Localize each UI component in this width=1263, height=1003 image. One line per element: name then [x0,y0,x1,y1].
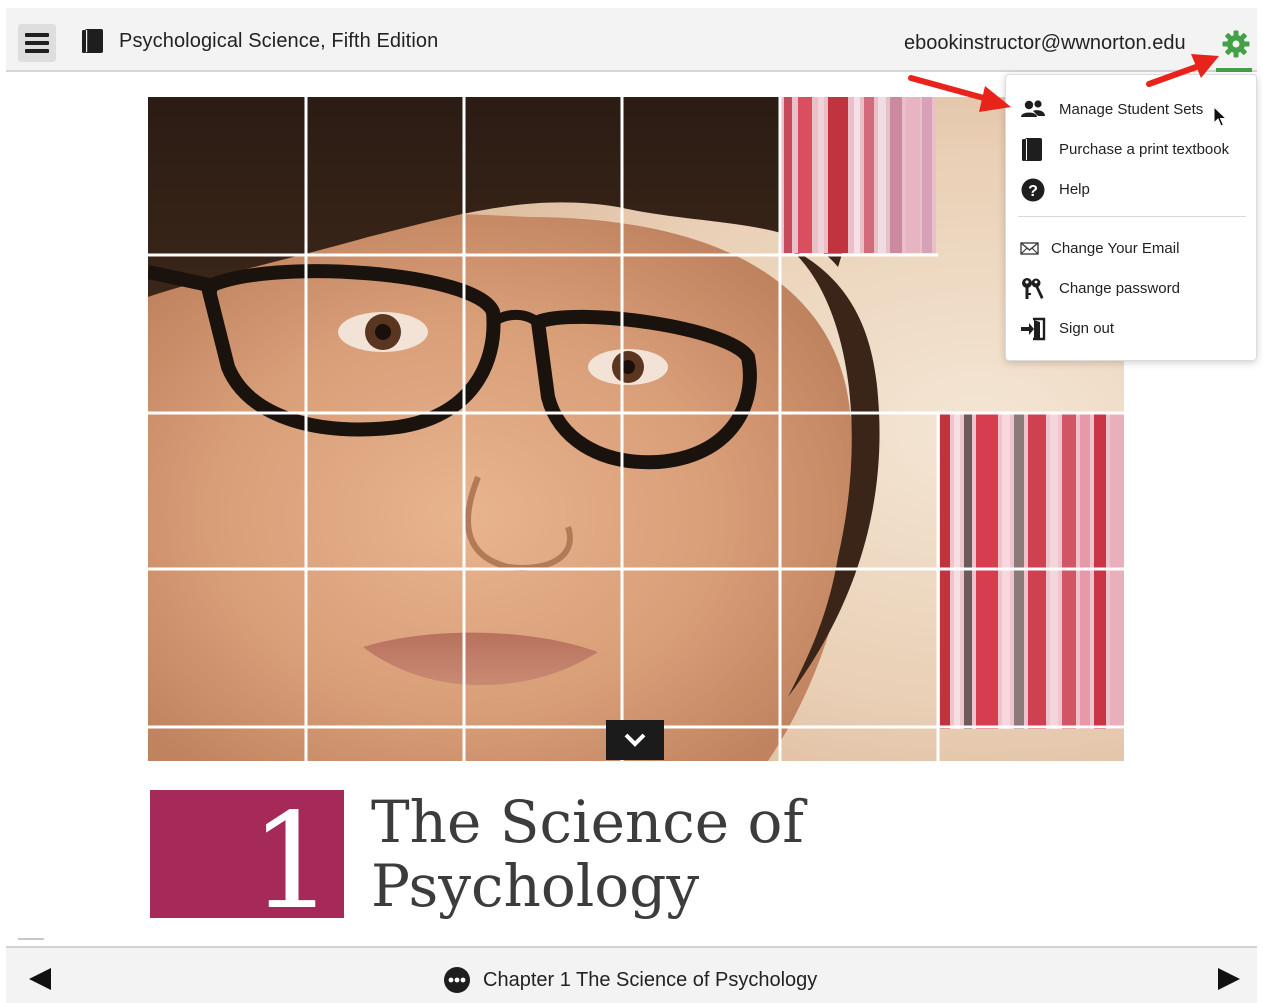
next-arrow-icon[interactable] [1216,966,1242,992]
hamburger-menu-button[interactable] [18,24,56,62]
keys-icon [1022,278,1044,299]
mouse-cursor-icon [1213,106,1227,127]
question-circle-icon: ? [1021,178,1045,202]
menu-item-label: Sign out [1059,320,1115,337]
menu-divider [1018,216,1246,217]
stripes-right [938,413,1124,729]
menu-item-help[interactable]: ? Help [1006,172,1256,208]
top-bar: Psychological Science, Fifth Edition ebo… [6,8,1257,72]
expand-down-button[interactable] [606,720,664,760]
menu-item-change-password[interactable]: Change password [1006,271,1256,307]
envelope-icon [1020,242,1039,255]
chapter-title-line1: The Science of [371,788,804,856]
cover-photo [148,97,1124,761]
chapter-title-line2: Psychology [371,852,700,920]
users-icon [1021,100,1045,117]
chapter-navigation[interactable]: Chapter 1 The Science of Psychology [443,964,817,996]
annotation-arrow-icon [908,75,1011,112]
bottom-bar: Chapter 1 The Science of Psychology [6,946,1257,1003]
menu-line [25,33,49,37]
previous-arrow-icon[interactable] [27,966,53,992]
menu-item-label: Help [1059,181,1090,198]
more-options-icon [444,967,470,993]
ebook-reader: Psychological Science, Fifth Edition ebo… [0,0,1263,1003]
stripes-top [780,97,936,253]
gear-icon[interactable] [1221,29,1251,59]
chapter-number-block: 1 [150,790,344,928]
chapter-number: 1 [250,785,334,939]
menu-item-label: Manage Student Sets [1059,101,1204,118]
sign-out-icon [1021,317,1046,341]
svg-text:?: ? [1028,183,1038,200]
book-icon [1022,138,1042,161]
menu-line [25,41,49,45]
annotation-arrow-icon [1146,54,1219,87]
chapter-cover-image [148,97,1124,761]
menu-item-change-email[interactable]: Change Your Email [1006,231,1256,267]
book-title: Psychological Science, Fifth Edition [119,30,439,52]
menu-item-purchase-textbook[interactable]: Purchase a print textbook [1006,132,1256,168]
menu-item-label: Change Your Email [1051,240,1180,257]
page-marker [18,938,44,946]
chevron-down-icon [624,733,646,747]
book-icon [82,29,103,53]
menu-line [25,49,49,53]
chapter-label: Chapter 1 The Science of Psychology [483,968,818,991]
menu-item-label: Change password [1059,280,1180,297]
menu-item-label: Purchase a print textbook [1059,141,1230,158]
menu-item-sign-out[interactable]: Sign out [1006,311,1256,347]
chapter-title: The Science of Psychology [371,790,804,918]
